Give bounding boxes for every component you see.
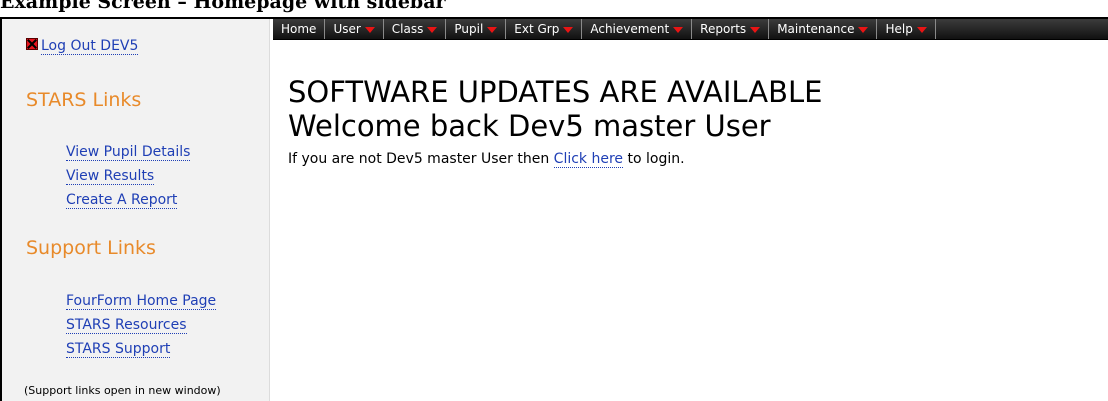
view-pupil-details-link[interactable]: View Pupil Details — [66, 144, 191, 161]
menu-reports[interactable]: Reports — [692, 19, 770, 39]
menu-ext-grp[interactable]: Ext Grp — [506, 19, 583, 39]
support-links-heading: Support Links — [26, 237, 156, 259]
logout[interactable]: Log Out DEV5 — [26, 37, 139, 55]
fourform-home-page-link[interactable]: FourForm Home Page — [66, 293, 217, 310]
welcome-heading: Welcome back Dev5 master User — [288, 109, 771, 143]
chevron-down-icon — [563, 27, 574, 33]
close-icon[interactable] — [26, 37, 38, 50]
app-frame: Log Out DEV5 STARS Links View Pupil Deta… — [0, 17, 1108, 401]
menu-user[interactable]: User — [325, 19, 384, 39]
stars-resources-link[interactable]: STARS Resources — [66, 317, 187, 334]
support-links-note: (Support links open in new window) — [24, 384, 221, 397]
create-a-report-link[interactable]: Create A Report — [66, 192, 178, 209]
main-content: SOFTWARE UPDATES ARE AVAILABLE Welcome b… — [288, 75, 823, 168]
chevron-down-icon — [673, 27, 684, 33]
page-caption: Example Screen – Homepage with sidebar — [0, 0, 446, 13]
chevron-down-icon — [427, 27, 438, 33]
menu-help[interactable]: Help — [877, 19, 936, 39]
login-info-text: If you are not Dev5 master User then Cli… — [288, 151, 685, 168]
menu-achievement[interactable]: Achievement — [582, 19, 693, 39]
chevron-down-icon — [750, 27, 761, 33]
menu-class[interactable]: Class — [384, 19, 447, 39]
sidebar: Log Out DEV5 STARS Links View Pupil Deta… — [0, 19, 270, 401]
logout-link[interactable]: Log Out DEV5 — [41, 38, 139, 55]
menu-home[interactable]: Home — [273, 19, 326, 39]
stars-support-link[interactable]: STARS Support — [66, 341, 171, 358]
support-links-list: FourForm Home Page STARS Resources STARS… — [66, 290, 217, 362]
main-menu-bar: Home User Class Pupil Ext Grp Achievemen… — [273, 19, 1108, 40]
view-results-link[interactable]: View Results — [66, 168, 155, 185]
chevron-down-icon — [364, 27, 375, 33]
login-here-link[interactable]: Click here — [553, 151, 624, 168]
chevron-down-icon — [487, 27, 498, 33]
software-updates-heading: SOFTWARE UPDATES ARE AVAILABLE — [288, 75, 823, 109]
menu-maintenance[interactable]: Maintenance — [769, 19, 878, 39]
stars-links-heading: STARS Links — [26, 89, 142, 111]
chevron-down-icon — [858, 27, 869, 33]
menu-pupil[interactable]: Pupil — [446, 19, 507, 39]
stars-links-list: View Pupil Details View Results Create A… — [66, 141, 191, 213]
chevron-down-icon — [916, 27, 927, 33]
